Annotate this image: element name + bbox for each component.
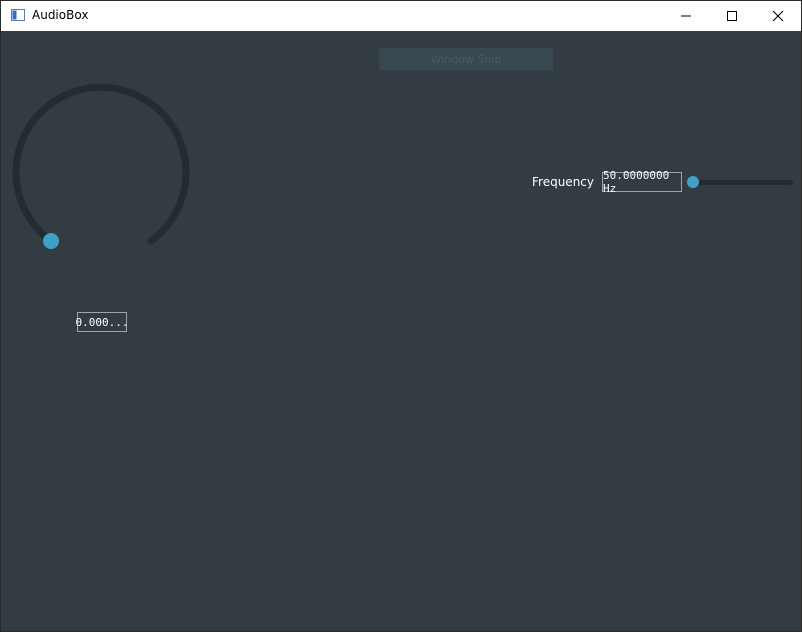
window-title: AudioBox [32,8,89,22]
client-area: Window Snip 0.000... Frequency 50.000000… [1,31,801,631]
maximize-icon [727,11,737,21]
minimize-icon [681,15,691,17]
window-snip-overlay: Window Snip [379,48,553,70]
frequency-slider-handle[interactable] [687,176,699,188]
title-bar[interactable]: AudioBox [1,1,801,31]
rotary-knob[interactable] [1,71,201,271]
close-button[interactable] [755,1,801,31]
close-icon [772,10,784,22]
frequency-slider[interactable] [693,180,793,185]
knob-track [12,83,190,245]
knob-value-field[interactable]: 0.000... [76,312,129,332]
frequency-value-field[interactable]: 50.0000000 Hz [602,169,682,195]
frequency-label: Frequency [532,175,594,189]
maximize-button[interactable] [709,1,755,31]
minimize-button[interactable] [663,1,709,31]
app-window: AudioBox Window Snip 0.000... Frequency … [0,0,802,632]
window-app-icon [11,9,25,21]
knob-handle [43,233,59,249]
